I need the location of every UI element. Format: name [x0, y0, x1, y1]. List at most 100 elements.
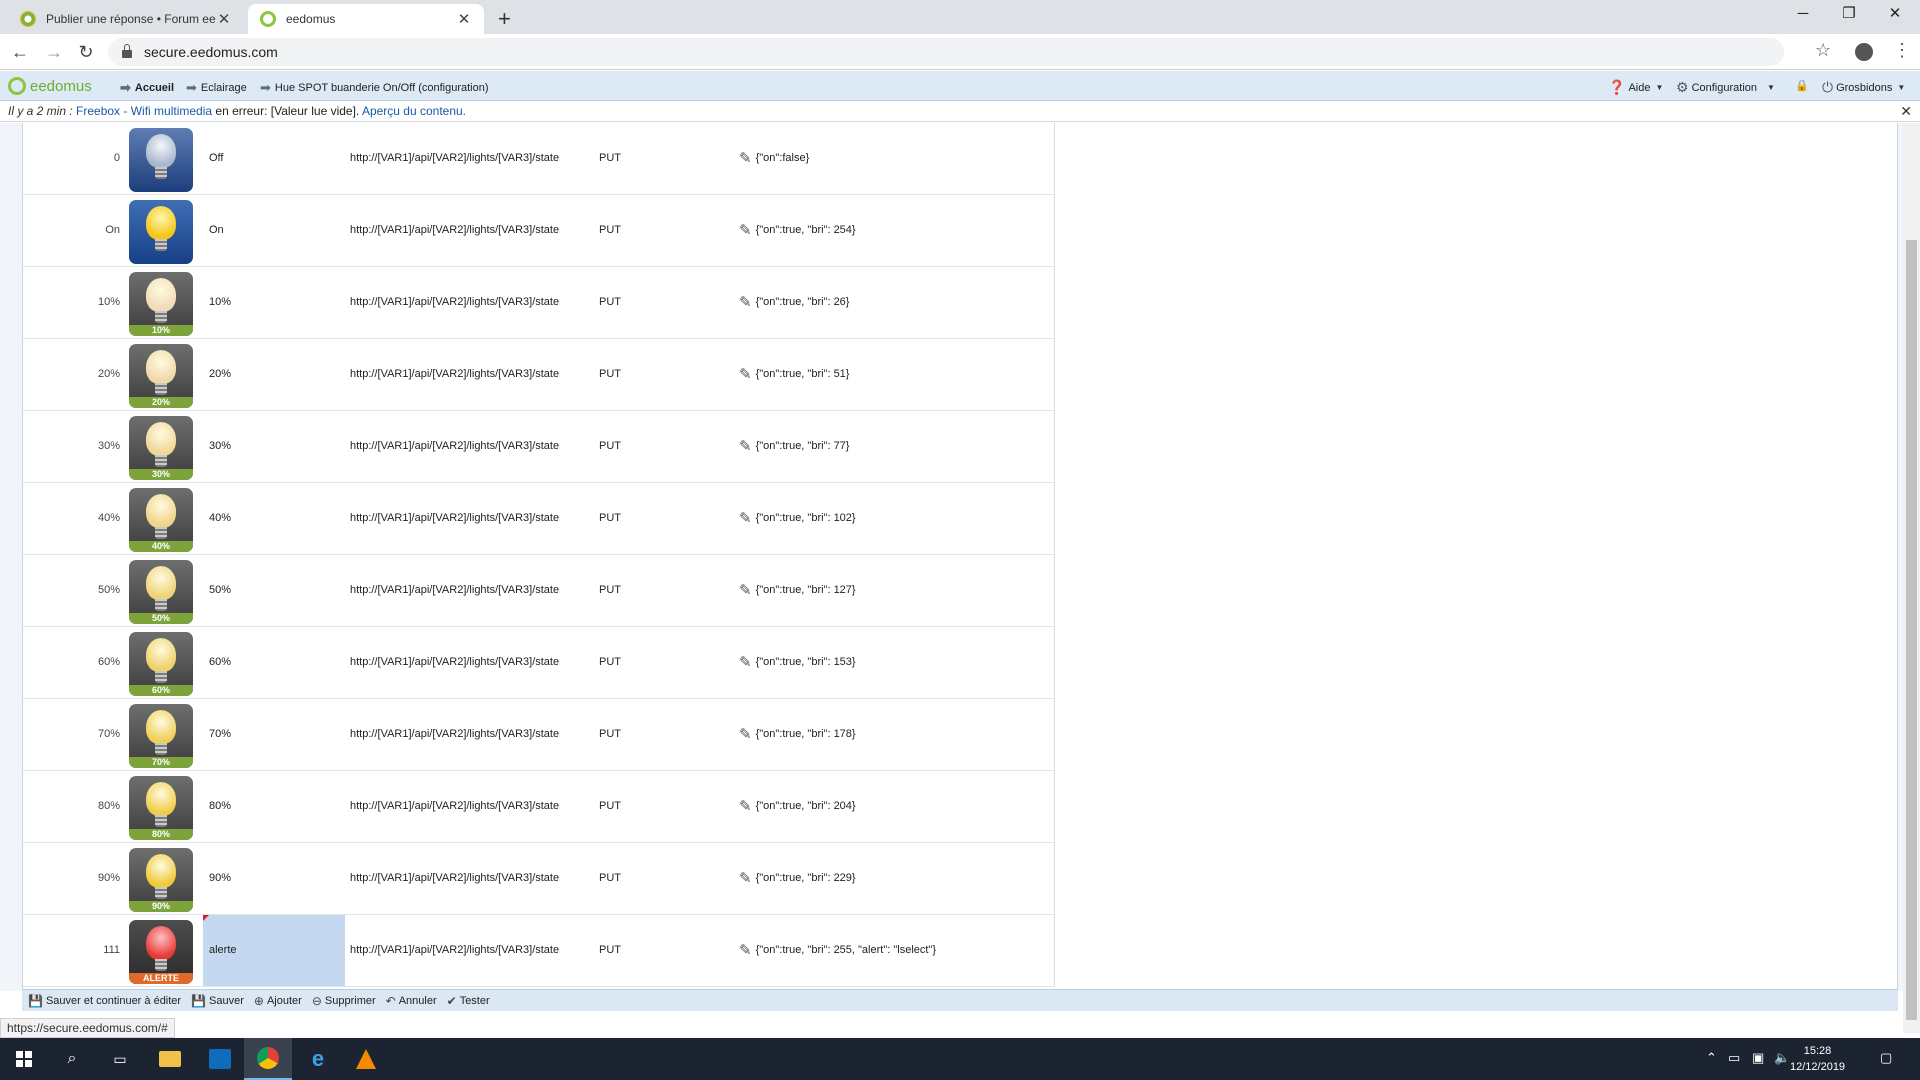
table-row[interactable]: 50% 50% 50% http://[VAR1]/api/[VAR2]/lig…	[23, 555, 1054, 627]
body-cell[interactable]: ✎ {"on":true, "bri": 77}	[739, 437, 849, 455]
method-cell[interactable]: PUT	[599, 368, 621, 380]
description-cell[interactable]: 80%	[209, 800, 231, 812]
pencil-icon[interactable]: ✎	[739, 149, 752, 167]
value-cell[interactable]: 20%	[23, 368, 120, 380]
bookmark-star-icon[interactable]: ☆	[1815, 40, 1831, 61]
bulb-icon[interactable]: ALERTE	[129, 920, 193, 984]
value-cell[interactable]: 60%	[23, 656, 120, 668]
close-notification-icon[interactable]: ✕	[1900, 102, 1912, 120]
add-button[interactable]: ⊕ Ajouter	[254, 994, 302, 1008]
url-cell[interactable]: http://[VAR1]/api/[VAR2]/lights/[VAR3]/s…	[350, 440, 559, 452]
method-cell[interactable]: PUT	[599, 152, 621, 164]
body-cell[interactable]: ✎ {"on":true, "bri": 254}	[739, 221, 856, 239]
forward-icon[interactable]: →	[42, 40, 66, 64]
back-icon[interactable]: ←	[8, 40, 32, 64]
notifications-icon[interactable]: ▢	[1880, 1050, 1892, 1066]
method-cell[interactable]: PUT	[599, 728, 621, 740]
volume-icon[interactable]: 🔈	[1774, 1050, 1790, 1066]
help-menu[interactable]: ❓ Aide ▼	[1608, 79, 1663, 96]
description-cell[interactable]: 20%	[209, 368, 231, 380]
pencil-icon[interactable]: ✎	[739, 365, 752, 383]
description-cell[interactable]: 40%	[209, 512, 231, 524]
search-icon[interactable]: ⌕	[48, 1038, 96, 1080]
scrollbar-thumb[interactable]	[1906, 240, 1917, 1020]
breadcrumb-lighting[interactable]: ➡ Eclairage	[186, 80, 247, 96]
browser-menu-icon[interactable]: ⋮	[1893, 40, 1911, 61]
method-cell[interactable]: PUT	[599, 440, 621, 452]
pencil-icon[interactable]: ✎	[739, 293, 752, 311]
value-cell[interactable]: 111	[23, 944, 120, 956]
close-window-icon[interactable]: ✕	[1872, 0, 1918, 30]
bulb-icon[interactable]: 60%	[129, 632, 193, 696]
pencil-icon[interactable]: ✎	[739, 221, 752, 239]
table-row[interactable]: 10% 10% 10% http://[VAR1]/api/[VAR2]/lig…	[23, 267, 1054, 339]
description-cell[interactable]: 70%	[209, 728, 231, 740]
close-tab-icon[interactable]: ✕	[456, 10, 472, 28]
table-row[interactable]: 40% 40% 40% http://[VAR1]/api/[VAR2]/lig…	[23, 483, 1054, 555]
bulb-icon[interactable]: 40%	[129, 488, 193, 552]
breadcrumb-home[interactable]: ➡ Accueil	[120, 80, 174, 96]
url-cell[interactable]: http://[VAR1]/api/[VAR2]/lights/[VAR3]/s…	[350, 728, 559, 740]
pencil-icon[interactable]: ✎	[739, 797, 752, 815]
new-tab-button[interactable]: +	[498, 6, 511, 32]
bulb-icon[interactable]	[129, 128, 193, 192]
body-cell[interactable]: ✎ {"on":true, "bri": 178}	[739, 725, 856, 743]
bulb-icon[interactable]: 90%	[129, 848, 193, 912]
body-cell[interactable]: ✎ {"on":true, "bri": 229}	[739, 869, 856, 887]
delete-button[interactable]: ⊖ Supprimer	[312, 994, 376, 1008]
start-button[interactable]	[0, 1038, 48, 1080]
bulb-icon[interactable]: 20%	[129, 344, 193, 408]
url-cell[interactable]: http://[VAR1]/api/[VAR2]/lights/[VAR3]/s…	[350, 872, 559, 884]
description-cell[interactable]: 60%	[209, 656, 231, 668]
url-cell[interactable]: http://[VAR1]/api/[VAR2]/lights/[VAR3]/s…	[350, 656, 559, 668]
method-cell[interactable]: PUT	[599, 584, 621, 596]
url-cell[interactable]: http://[VAR1]/api/[VAR2]/lights/[VAR3]/s…	[350, 944, 559, 956]
task-view-icon[interactable]: ▭	[96, 1038, 144, 1080]
method-cell[interactable]: PUT	[599, 512, 621, 524]
breadcrumb-device[interactable]: ➡ Hue SPOT buanderie On/Off (configurati…	[260, 80, 489, 96]
configuration-menu[interactable]: ⚙ Configuration ▼	[1676, 79, 1775, 96]
table-row[interactable]: 111 ALERTE alerte http://[VAR1]/api/[VAR…	[23, 915, 1054, 987]
value-cell[interactable]: 80%	[23, 800, 120, 812]
chrome-icon[interactable]	[244, 1038, 292, 1080]
body-cell[interactable]: ✎ {"on":true, "bri": 26}	[739, 293, 849, 311]
save-continue-button[interactable]: 💾 Sauver et continuer à éditer	[28, 994, 181, 1008]
value-cell[interactable]: 90%	[23, 872, 120, 884]
method-cell[interactable]: PUT	[599, 872, 621, 884]
table-row[interactable]: 90% 90% 90% http://[VAR1]/api/[VAR2]/lig…	[23, 843, 1054, 915]
vlc-icon[interactable]	[342, 1038, 390, 1080]
url-cell[interactable]: http://[VAR1]/api/[VAR2]/lights/[VAR3]/s…	[350, 368, 559, 380]
method-cell[interactable]: PUT	[599, 296, 621, 308]
pencil-icon[interactable]: ✎	[739, 725, 752, 743]
pencil-icon[interactable]: ✎	[739, 941, 752, 959]
cancel-button[interactable]: ↶ Annuler	[386, 994, 437, 1008]
battery-icon[interactable]: ▭	[1728, 1050, 1740, 1066]
tab-eedomus[interactable]: eedomus ✕	[248, 4, 484, 34]
description-cell[interactable]: 30%	[209, 440, 231, 452]
description-cell[interactable]: Off	[209, 152, 223, 164]
value-cell[interactable]: 50%	[23, 584, 120, 596]
body-cell[interactable]: ✎ {"on":true, "bri": 51}	[739, 365, 849, 383]
minimize-icon[interactable]: ─	[1780, 0, 1826, 30]
url-cell[interactable]: http://[VAR1]/api/[VAR2]/lights/[VAR3]/s…	[350, 296, 559, 308]
pencil-icon[interactable]: ✎	[739, 653, 752, 671]
ie-icon[interactable]: e	[294, 1038, 342, 1080]
body-cell[interactable]: ✎ {"on":false}	[739, 149, 809, 167]
table-row[interactable]: On On http://[VAR1]/api/[VAR2]/lights/[V…	[23, 195, 1054, 267]
notification-source-link[interactable]: Freebox - Wifi multimedia	[76, 104, 212, 118]
method-cell[interactable]: PUT	[599, 224, 621, 236]
value-cell[interactable]: 0	[23, 152, 120, 164]
file-explorer-icon[interactable]	[146, 1038, 194, 1080]
pencil-icon[interactable]: ✎	[739, 509, 752, 527]
method-cell[interactable]: PUT	[599, 944, 621, 956]
method-cell[interactable]: PUT	[599, 656, 621, 668]
method-cell[interactable]: PUT	[599, 800, 621, 812]
value-cell[interactable]: 10%	[23, 296, 120, 308]
description-cell[interactable]: 10%	[209, 296, 231, 308]
url-cell[interactable]: http://[VAR1]/api/[VAR2]/lights/[VAR3]/s…	[350, 224, 559, 236]
bulb-icon[interactable]	[129, 200, 193, 264]
table-row[interactable]: 20% 20% 20% http://[VAR1]/api/[VAR2]/lig…	[23, 339, 1054, 411]
table-row[interactable]: 60% 60% 60% http://[VAR1]/api/[VAR2]/lig…	[23, 627, 1054, 699]
table-row[interactable]: 80% 80% 80% http://[VAR1]/api/[VAR2]/lig…	[23, 771, 1054, 843]
bulb-icon[interactable]: 80%	[129, 776, 193, 840]
